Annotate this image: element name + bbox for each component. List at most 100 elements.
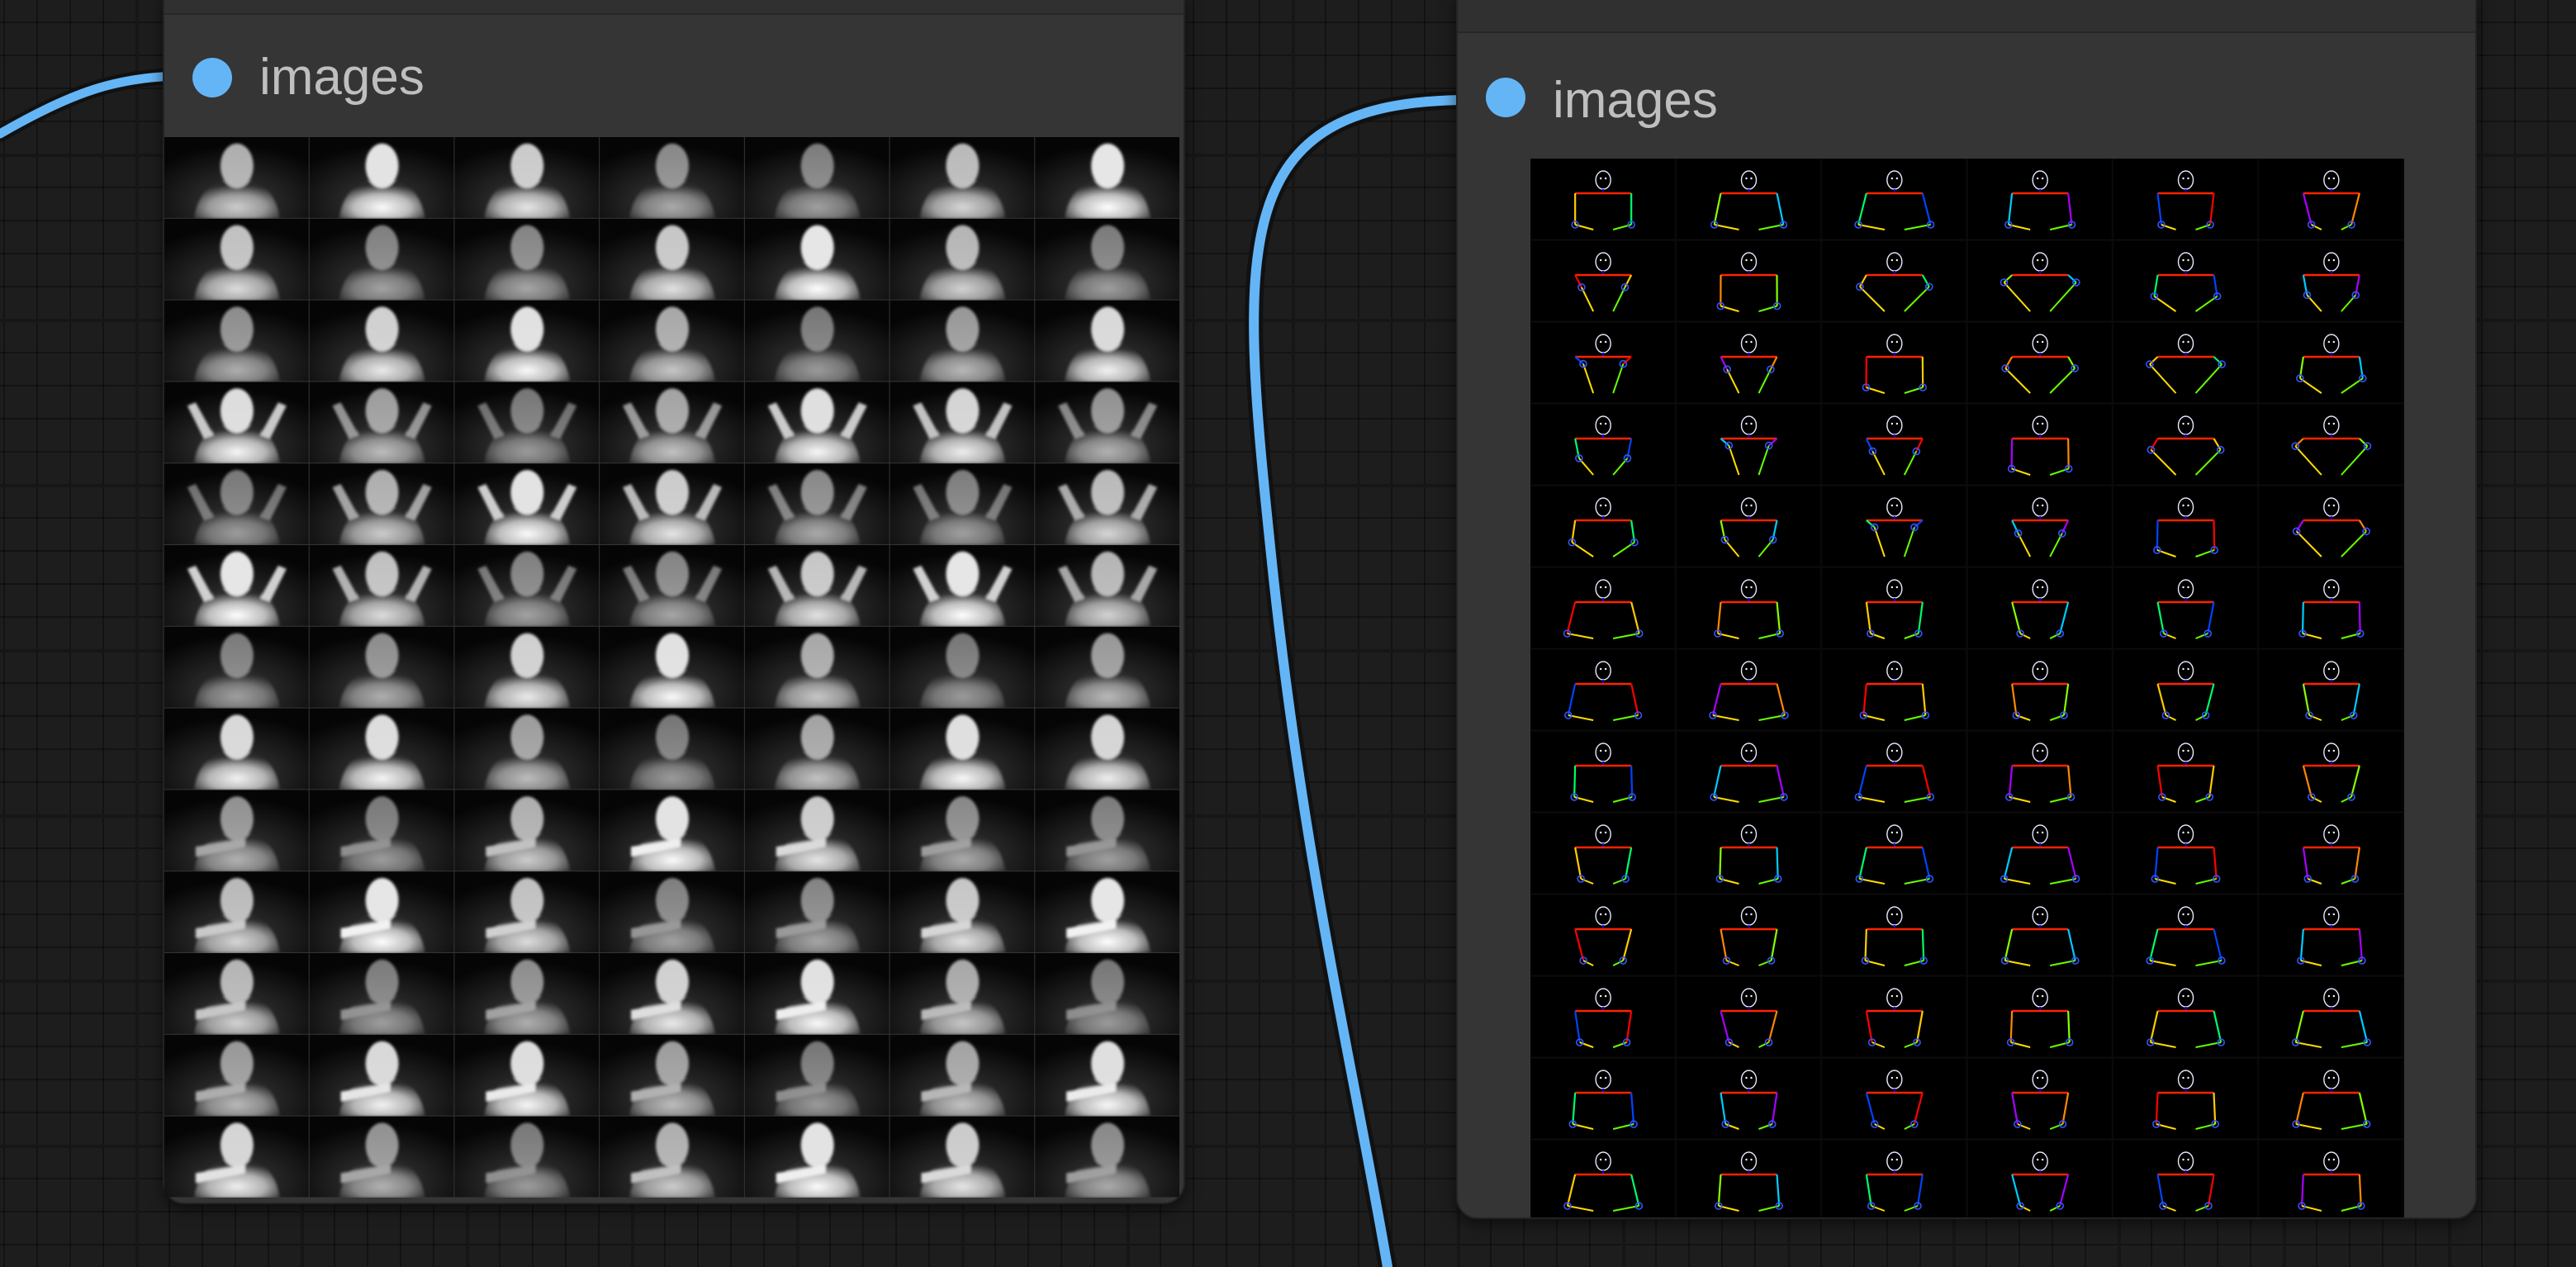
depth-frame-thumbnail[interactable] <box>1035 626 1179 709</box>
depth-frame-thumbnail[interactable] <box>890 626 1035 709</box>
pose-frame-thumbnail[interactable] <box>1966 1139 2113 1217</box>
pose-frame-thumbnail[interactable] <box>2112 240 2259 322</box>
depth-frame-thumbnail[interactable] <box>454 218 600 301</box>
pose-frame-thumbnail[interactable] <box>2112 648 2259 731</box>
depth-frame-thumbnail[interactable] <box>454 137 600 219</box>
depth-frame-thumbnail[interactable] <box>309 626 454 709</box>
pose-frame-thumbnail[interactable] <box>1821 403 1967 486</box>
depth-frame-thumbnail[interactable] <box>890 790 1035 872</box>
depth-frame-thumbnail[interactable] <box>600 953 744 1035</box>
pose-frame-thumbnail[interactable] <box>2258 812 2404 894</box>
depth-frame-thumbnail[interactable] <box>454 790 600 872</box>
pose-frame-thumbnail[interactable] <box>1675 321 1822 404</box>
depth-frame-thumbnail[interactable] <box>1035 1116 1179 1198</box>
pose-frame-thumbnail[interactable] <box>1530 485 1676 567</box>
depth-frame-thumbnail[interactable] <box>454 1116 600 1198</box>
depth-frame-thumbnail[interactable] <box>454 708 600 790</box>
depth-frame-thumbnail[interactable] <box>1035 790 1179 872</box>
pose-frame-thumbnail[interactable] <box>1821 812 1967 894</box>
pose-frame-thumbnail[interactable] <box>1530 975 1676 1058</box>
pose-frame-thumbnail[interactable] <box>1821 485 1967 567</box>
pose-frame-thumbnail[interactable] <box>1530 648 1676 731</box>
depth-frame-thumbnail[interactable] <box>454 545 600 627</box>
pose-frame-thumbnail[interactable] <box>1966 159 2113 240</box>
depth-frame-thumbnail[interactable] <box>890 708 1035 790</box>
pose-frame-thumbnail[interactable] <box>2258 1139 2404 1217</box>
pose-frame-thumbnail[interactable] <box>2112 812 2259 894</box>
pose-frame-thumbnail[interactable] <box>2112 485 2259 567</box>
depth-frame-thumbnail[interactable] <box>600 300 744 382</box>
pose-frame-thumbnail[interactable] <box>1675 648 1822 731</box>
pose-preview-node[interactable]: images <box>1456 0 2477 1219</box>
depth-frame-thumbnail[interactable] <box>454 300 600 382</box>
pose-frame-thumbnail[interactable] <box>1530 1057 1676 1140</box>
depth-frame-thumbnail[interactable] <box>890 1116 1035 1198</box>
pose-frame-thumbnail[interactable] <box>1821 975 1967 1058</box>
pose-frame-thumbnail[interactable] <box>1821 159 1967 240</box>
depth-frame-thumbnail[interactable] <box>744 218 890 301</box>
pose-frame-thumbnail[interactable] <box>2258 567 2404 649</box>
output-slot-images[interactable]: images <box>1458 61 2475 140</box>
depth-frame-thumbnail[interactable] <box>309 708 454 790</box>
depth-frame-thumbnail[interactable] <box>164 871 309 953</box>
depth-frame-thumbnail[interactable] <box>890 137 1035 219</box>
depth-frame-thumbnail[interactable] <box>1035 382 1179 464</box>
depth-frame-thumbnail[interactable] <box>890 871 1035 953</box>
pose-frame-thumbnail[interactable] <box>1821 321 1967 404</box>
pose-frame-thumbnail[interactable] <box>1821 648 1967 731</box>
pose-frame-thumbnail[interactable] <box>2112 321 2259 404</box>
pose-frame-thumbnail[interactable] <box>2258 240 2404 322</box>
pose-frame-thumbnail[interactable] <box>1675 1057 1822 1140</box>
depth-frame-thumbnail[interactable] <box>744 545 890 627</box>
depth-frame-thumbnail[interactable] <box>454 382 600 464</box>
pose-frame-thumbnail[interactable] <box>1530 894 1676 976</box>
pose-frame-thumbnail[interactable] <box>1675 1139 1822 1217</box>
depth-frame-thumbnail[interactable] <box>744 1116 890 1198</box>
pose-frame-thumbnail[interactable] <box>1675 975 1822 1058</box>
pose-frame-thumbnail[interactable] <box>2112 567 2259 649</box>
pose-frame-thumbnail[interactable] <box>1966 567 2113 649</box>
node-graph-canvas[interactable]: images images <box>0 0 2576 1267</box>
depth-frame-thumbnail[interactable] <box>309 1116 454 1198</box>
depth-frame-thumbnail[interactable] <box>600 218 744 301</box>
image-preview-grid[interactable] <box>164 137 1180 1198</box>
depth-frame-thumbnail[interactable] <box>1035 300 1179 382</box>
depth-frame-thumbnail[interactable] <box>744 1034 890 1117</box>
depth-frame-thumbnail[interactable] <box>164 463 309 545</box>
depth-frame-thumbnail[interactable] <box>164 626 309 709</box>
pose-frame-thumbnail[interactable] <box>2112 403 2259 486</box>
pose-frame-thumbnail[interactable] <box>1821 894 1967 976</box>
depth-frame-thumbnail[interactable] <box>164 790 309 872</box>
pose-frame-thumbnail[interactable] <box>1821 730 1967 813</box>
depth-frame-thumbnail[interactable] <box>1035 953 1179 1035</box>
pose-frame-thumbnail[interactable] <box>1821 567 1967 649</box>
depth-frame-thumbnail[interactable] <box>744 463 890 545</box>
pose-frame-thumbnail[interactable] <box>1675 730 1822 813</box>
depth-frame-thumbnail[interactable] <box>309 953 454 1035</box>
pose-frame-thumbnail[interactable] <box>1966 975 2113 1058</box>
pose-frame-thumbnail[interactable] <box>1966 894 2113 976</box>
depth-frame-thumbnail[interactable] <box>744 790 890 872</box>
depth-frame-thumbnail[interactable] <box>600 545 744 627</box>
depth-frame-thumbnail[interactable] <box>164 300 309 382</box>
depth-frame-thumbnail[interactable] <box>600 1034 744 1117</box>
depth-frame-thumbnail[interactable] <box>744 708 890 790</box>
depth-frame-thumbnail[interactable] <box>600 708 744 790</box>
pose-frame-thumbnail[interactable] <box>1530 1139 1676 1217</box>
depth-frame-thumbnail[interactable] <box>600 1116 744 1198</box>
depth-frame-thumbnail[interactable] <box>164 545 309 627</box>
depth-frame-thumbnail[interactable] <box>164 382 309 464</box>
depth-frame-thumbnail[interactable] <box>309 137 454 219</box>
depth-frame-thumbnail[interactable] <box>890 382 1035 464</box>
pose-frame-thumbnail[interactable] <box>1966 730 2113 813</box>
depth-frame-thumbnail[interactable] <box>454 1034 600 1117</box>
depth-frame-thumbnail[interactable] <box>164 137 309 219</box>
depth-frame-thumbnail[interactable] <box>309 1034 454 1117</box>
depth-frame-thumbnail[interactable] <box>454 626 600 709</box>
depth-frame-thumbnail[interactable] <box>164 218 309 301</box>
depth-frame-thumbnail[interactable] <box>600 137 744 219</box>
pose-frame-thumbnail[interactable] <box>2112 975 2259 1058</box>
depth-frame-thumbnail[interactable] <box>890 300 1035 382</box>
depth-frame-thumbnail[interactable] <box>890 545 1035 627</box>
output-slot-dot[interactable] <box>1486 78 1525 117</box>
